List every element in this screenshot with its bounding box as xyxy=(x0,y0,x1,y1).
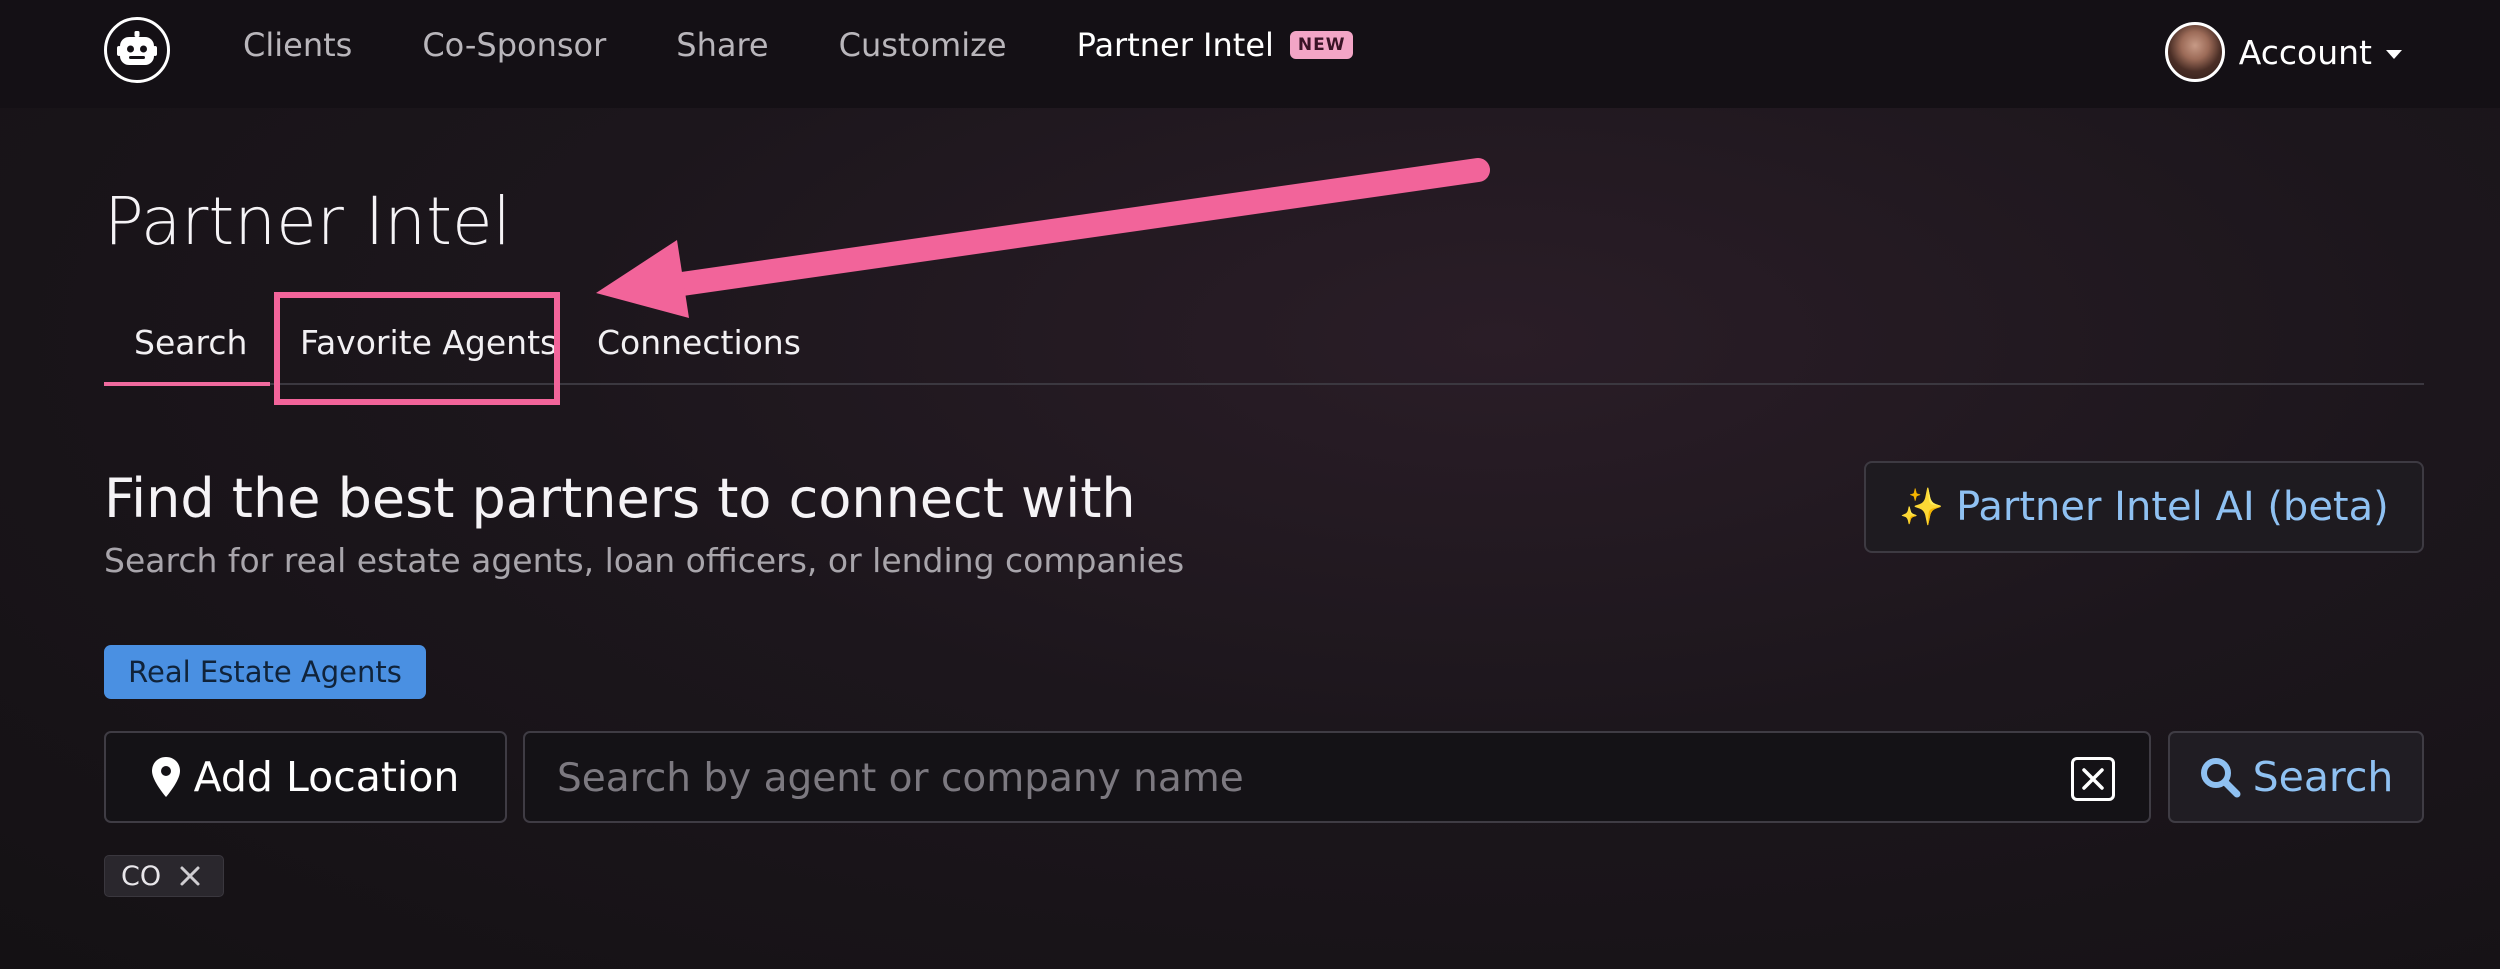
add-location-button[interactable]: Add Location xyxy=(104,731,507,823)
section-subheading: Search for real estate agents, loan offi… xyxy=(104,541,1185,580)
map-pin-icon xyxy=(151,757,180,797)
location-filter-chip: CO xyxy=(104,855,224,897)
add-location-label: Add Location xyxy=(193,753,460,801)
location-filter-label: CO xyxy=(121,860,162,892)
sparkles-icon: ✨ xyxy=(1899,487,1945,528)
remove-filter-close-icon[interactable] xyxy=(179,865,201,887)
search-icon xyxy=(2200,758,2241,798)
search-input[interactable] xyxy=(555,747,2039,809)
clear-search-button[interactable] xyxy=(2071,757,2115,801)
section-heading: Find the best partners to connect with xyxy=(104,467,1136,530)
app-root: Clients Co-Sponsor Share Customize Partn… xyxy=(0,0,2500,969)
category-chip-real-estate-agents[interactable]: Real Estate Agents xyxy=(104,645,426,699)
close-icon xyxy=(2082,768,2104,790)
search-field xyxy=(523,731,2151,823)
partner-intel-ai-button[interactable]: ✨ Partner Intel AI (beta) xyxy=(1864,461,2424,553)
search-button[interactable]: Search xyxy=(2168,731,2424,823)
ai-button-label: Partner Intel AI (beta) xyxy=(1956,484,2389,530)
search-button-label: Search xyxy=(2252,753,2394,801)
